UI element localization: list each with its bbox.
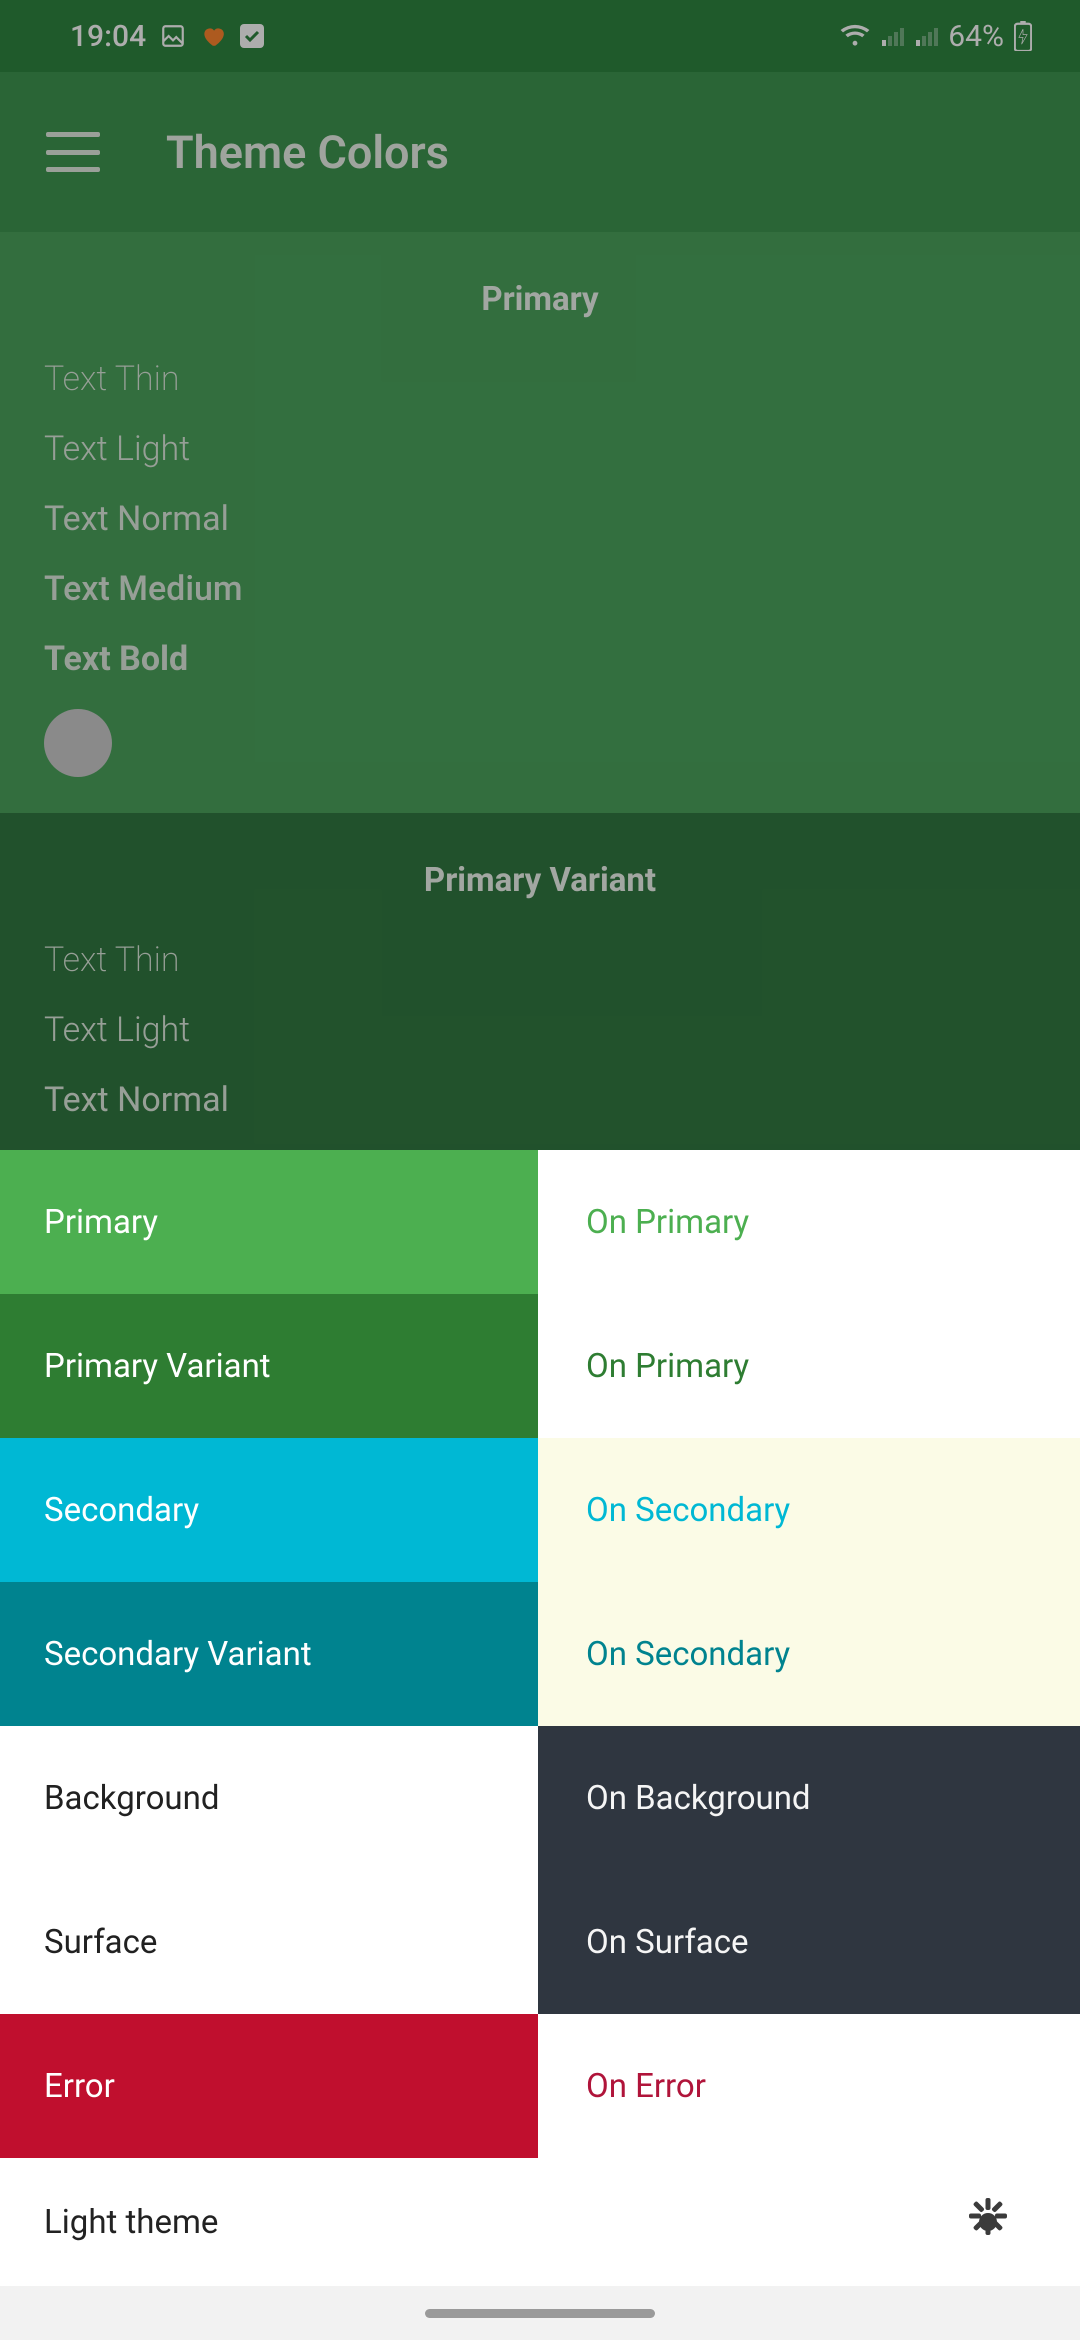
palette-label: On Primary xyxy=(586,1347,749,1386)
text-sample-light: Text Light xyxy=(44,429,1036,469)
palette-cell-on-error[interactable]: On Error xyxy=(538,2014,1080,2158)
palette-cell-error[interactable]: Error xyxy=(0,2014,538,2158)
swatch-primary: Primary Text Thin Text Light Text Normal… xyxy=(0,232,1080,813)
signal-1-icon xyxy=(880,24,904,48)
status-left: 19:04 xyxy=(70,19,264,54)
swatch-primary-variant-title: Primary Variant xyxy=(44,861,1036,900)
nav-handle[interactable] xyxy=(425,2309,655,2318)
palette-label: On Primary xyxy=(586,1203,749,1242)
palette-cell-on-surface[interactable]: On Surface xyxy=(538,1870,1080,2014)
wifi-icon xyxy=(840,24,870,48)
palette-label: Secondary Variant xyxy=(44,1635,312,1674)
palette-label: On Secondary xyxy=(586,1635,790,1674)
app-bar: Theme Colors xyxy=(0,72,1080,232)
palette-label: Background xyxy=(44,1779,219,1818)
palette-cell-secondary-variant[interactable]: Secondary Variant xyxy=(0,1582,538,1726)
status-bar: 19:04 64% xyxy=(0,0,1080,72)
swatch-primary-title: Primary xyxy=(44,280,1036,319)
text-sample-bold: Text Bold xyxy=(44,639,1036,679)
palette-label: On Surface xyxy=(586,1923,749,1962)
palette-cell-on-secondary[interactable]: On Secondary xyxy=(538,1582,1080,1726)
palette-row: Surface On Surface xyxy=(0,1870,1080,2014)
sun-icon xyxy=(964,2198,1012,2246)
text-sample-normal: Text Normal xyxy=(44,1080,1036,1120)
palette-row: Primary Variant On Primary xyxy=(0,1294,1080,1438)
palette-label: Primary xyxy=(44,1203,158,1242)
palette-cell-background[interactable]: Background xyxy=(0,1726,538,1870)
palette-label: Surface xyxy=(44,1923,157,1962)
theme-toggle-label: Light theme xyxy=(44,2203,218,2242)
palette-label: On Secondary xyxy=(586,1491,790,1530)
text-sample-thin: Text Thin xyxy=(44,940,1036,980)
palette-label: Secondary xyxy=(44,1491,199,1530)
palette-cell-on-background[interactable]: On Background xyxy=(538,1726,1080,1870)
palette-bottom-sheet: Primary On Primary Primary Variant On Prima… xyxy=(0,1150,1080,2340)
palette-row: Secondary On Secondary xyxy=(0,1438,1080,1582)
text-sample-thin: Text Thin xyxy=(44,359,1036,399)
palette-cell-primary-variant[interactable]: Primary Variant xyxy=(0,1294,538,1438)
palette-cell-on-primary[interactable]: On Primary xyxy=(538,1294,1080,1438)
palette-row: Secondary Variant On Secondary xyxy=(0,1582,1080,1726)
battery-text: 64% xyxy=(948,19,1004,54)
palette-label: On Background xyxy=(586,1779,811,1818)
palette-cell-on-secondary[interactable]: On Secondary xyxy=(538,1438,1080,1582)
text-sample-light: Text Light xyxy=(44,1010,1036,1050)
menu-icon[interactable] xyxy=(46,132,100,172)
palette-cell-secondary[interactable]: Secondary xyxy=(0,1438,538,1582)
palette-cell-primary[interactable]: Primary xyxy=(0,1150,538,1294)
fab-button[interactable] xyxy=(44,709,112,777)
image-icon xyxy=(160,23,186,49)
android-nav-bar xyxy=(0,2286,1080,2340)
palette-row: Error On Error xyxy=(0,2014,1080,2158)
palette-row: Primary On Primary xyxy=(0,1150,1080,1294)
theme-toggle-row[interactable]: Light theme xyxy=(0,2158,1080,2286)
palette-cell-on-primary[interactable]: On Primary xyxy=(538,1150,1080,1294)
palette-label: On Error xyxy=(586,2067,706,2106)
palette-grid: Primary On Primary Primary Variant On Prima… xyxy=(0,1150,1080,2158)
status-time: 19:04 xyxy=(70,19,146,54)
text-sample-normal: Text Normal xyxy=(44,499,1036,539)
check-icon xyxy=(240,24,264,48)
heart-icon xyxy=(200,23,226,49)
swatch-primary-variant: Primary Variant Text Thin Text Light Tex… xyxy=(0,813,1080,1155)
signal-2-icon xyxy=(914,24,938,48)
text-sample-medium: Text Medium xyxy=(44,569,1036,609)
palette-label: Error xyxy=(44,2067,115,2106)
palette-label: Primary Variant xyxy=(44,1347,271,1386)
palette-row: Background On Background xyxy=(0,1726,1080,1870)
battery-icon xyxy=(1014,21,1032,51)
status-right: 64% xyxy=(840,19,1032,54)
page-title: Theme Colors xyxy=(166,126,449,179)
palette-cell-surface[interactable]: Surface xyxy=(0,1870,538,2014)
